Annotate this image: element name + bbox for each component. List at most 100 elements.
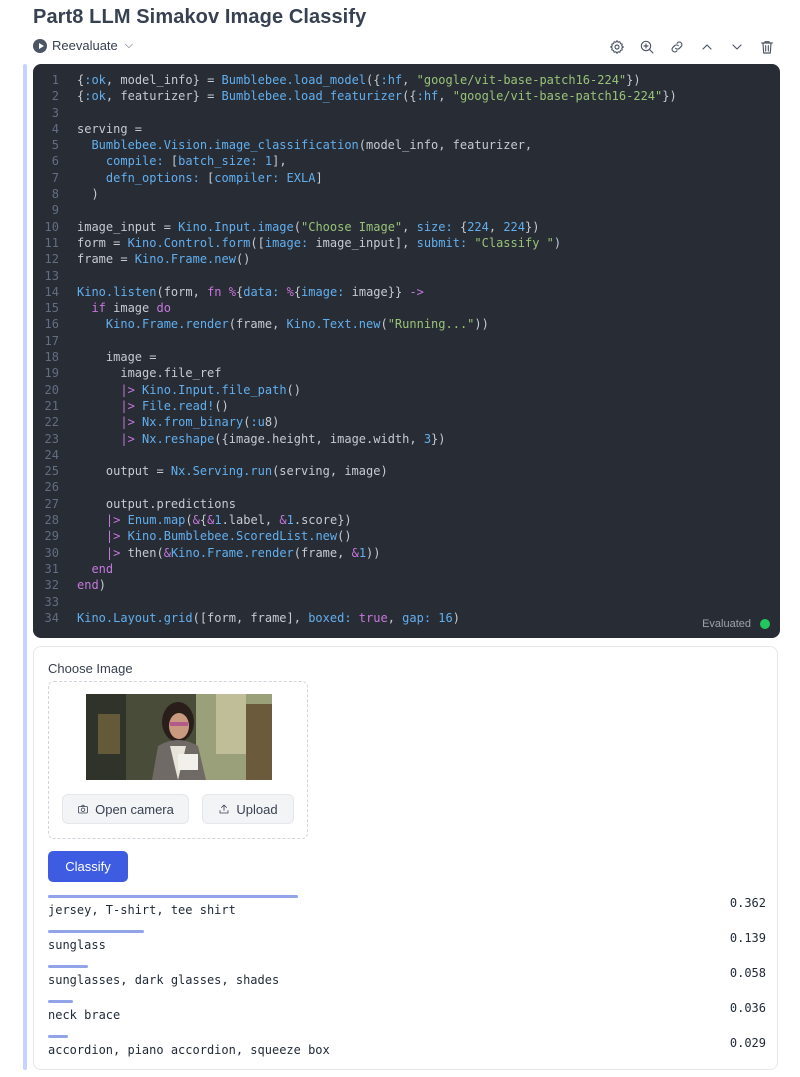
code-line: 20 |> Kino.Input.file_path() <box>33 382 780 398</box>
zoom-icon[interactable] <box>636 37 658 57</box>
status-dot-icon <box>760 619 770 629</box>
line-number: 25 <box>44 464 59 479</box>
line-number: 2 <box>51 89 59 104</box>
code-line: 19 image.file_ref <box>33 365 780 381</box>
score-bar <box>48 930 144 933</box>
line-number: 11 <box>44 235 59 250</box>
code-text: Bumblebee.Vision.image_classification(mo… <box>91 138 533 153</box>
reevaluate-button[interactable]: Reevaluate ⌵ <box>33 38 133 53</box>
line-number: 8 <box>51 187 59 202</box>
code-line: 16 Kino.Frame.render(frame, Kino.Text.ne… <box>33 316 780 332</box>
code-editor[interactable]: 1 {:ok, model_info} = Bumblebee.load_mode… <box>33 64 780 638</box>
image-preview-thumbnail <box>86 694 272 780</box>
code-line: 24 <box>33 447 780 463</box>
code-text: serving = <box>77 121 143 136</box>
line-number: 19 <box>44 366 59 381</box>
upload-label: Upload <box>236 801 278 817</box>
code-text: output = Nx.Serving.run(serving, image) <box>77 464 388 479</box>
code-line: 12 frame = Kino.Frame.new() <box>33 251 780 267</box>
code-text: |> Enum.map(&{&1.label, &1.score}) <box>105 513 352 528</box>
cell-focus-indicator <box>23 64 27 1070</box>
code-line: 23 |> Nx.reshape({image.height, image.wi… <box>33 431 780 447</box>
line-number: 27 <box>44 496 59 511</box>
code-text: if image do <box>91 301 171 316</box>
gear-icon[interactable] <box>606 37 628 57</box>
line-number: 22 <box>44 415 59 430</box>
code-line: 34 Kino.Layout.grid([form, frame], boxed:… <box>33 610 780 626</box>
score-bar <box>48 1000 73 1003</box>
upload-button[interactable]: Upload <box>202 794 294 824</box>
code-line: 31 end <box>33 561 780 577</box>
line-number: 9 <box>51 203 59 218</box>
line-number: 13 <box>44 268 59 283</box>
code-line: 10 image_input = Kino.Input.image("Choose… <box>33 219 780 235</box>
code-text: |> Kino.Bumblebee.ScoredList.new() <box>105 529 352 544</box>
code-line: 4 serving = <box>33 121 780 137</box>
code-line: 6 compile: [batch_size: 1], <box>33 153 780 169</box>
line-number: 1 <box>51 73 59 87</box>
classify-button[interactable]: Classify <box>48 851 128 882</box>
score-label: neck brace <box>48 1008 121 1022</box>
camera-icon <box>78 804 89 814</box>
line-number: 28 <box>44 513 59 528</box>
line-number: 6 <box>51 154 59 169</box>
cell-actions <box>606 37 778 57</box>
code-text: |> then(&Kino.Frame.render(frame, &1)) <box>105 545 381 560</box>
code-text: |> Nx.reshape({image.height, image.width… <box>120 431 446 446</box>
line-number: 30 <box>44 545 59 560</box>
line-number: 15 <box>44 301 59 316</box>
line-number: 33 <box>44 594 59 609</box>
code-line: 21 |> File.read!() <box>33 398 780 414</box>
code-line: 14 Kino.listen(form, fn %{data: %{image: … <box>33 284 780 300</box>
code-line: 8 ) <box>33 186 780 202</box>
code-line: 30 |> then(&Kino.Frame.render(frame, &1)… <box>33 545 780 561</box>
chevron-down-icon[interactable] <box>726 37 748 57</box>
code-text: |> Nx.from_binary(:u8) <box>120 415 280 430</box>
code-text: image = <box>77 350 157 365</box>
code-text: image.file_ref <box>77 366 222 381</box>
line-number: 10 <box>44 219 59 234</box>
evaluation-status-label: Evaluated <box>702 618 751 630</box>
link-icon[interactable] <box>666 37 688 57</box>
score-row: sunglasses, dark glasses, shades 0.058 <box>48 965 766 1000</box>
code-line: 26 <box>33 479 780 495</box>
line-number: 5 <box>51 138 59 153</box>
score-row: accordion, piano accordion, squeeze box 0… <box>48 1035 766 1070</box>
line-number: 32 <box>44 578 59 593</box>
code-text: output.predictions <box>77 496 236 511</box>
image-dropzone[interactable]: Open camera Upload <box>48 681 308 839</box>
cell-toolbar: Reevaluate ⌵ <box>33 38 778 58</box>
code-text: defn_options: [compiler: EXLA] <box>105 170 323 185</box>
code-text: image_input = Kino.Input.image("Choose I… <box>77 219 540 234</box>
score-label: accordion, piano accordion, squeeze box <box>48 1043 330 1057</box>
chevron-down-icon[interactable]: ⌵ <box>125 39 133 52</box>
code-line: 18 image = <box>33 349 780 365</box>
scored-list: jersey, T-shirt, tee shirt 0.362 sunglass 0… <box>48 895 766 1070</box>
line-number: 12 <box>44 252 59 267</box>
code-line: 2 {:ok, featurizer} = Bumblebee.load_feat… <box>33 88 780 104</box>
code-text: {:ok, model_info} = Bumblebee.load_model… <box>77 73 641 87</box>
chevron-up-icon[interactable] <box>696 37 718 57</box>
notebook-title: Part8 LLM Simakov Image Classify <box>33 6 367 28</box>
score-row: jersey, T-shirt, tee shirt 0.362 <box>48 895 766 930</box>
line-number: 18 <box>44 350 59 365</box>
code-line: 33 <box>33 594 780 610</box>
open-camera-button[interactable]: Open camera <box>62 794 189 824</box>
code-text: frame = Kino.Frame.new() <box>77 252 251 267</box>
reevaluate-label: Reevaluate <box>52 38 118 53</box>
line-number: 29 <box>44 529 59 544</box>
code-line: 9 <box>33 202 780 218</box>
code-line: 11 form = Kino.Control.form([image: image… <box>33 235 780 251</box>
line-number: 26 <box>44 480 59 495</box>
line-number: 24 <box>44 447 59 462</box>
line-number: 23 <box>44 431 59 446</box>
line-number: 3 <box>51 105 59 120</box>
trash-icon[interactable] <box>756 37 778 57</box>
image-input-label: Choose Image <box>48 661 133 676</box>
code-text: end) <box>77 578 106 593</box>
code-line: 7 defn_options: [compiler: EXLA] <box>33 170 780 186</box>
code-line: 22 |> Nx.from_binary(:u8) <box>33 414 780 430</box>
code-line: 5 Bumblebee.Vision.image_classification(… <box>33 137 780 153</box>
line-number: 20 <box>44 382 59 397</box>
line-number: 17 <box>44 333 59 348</box>
